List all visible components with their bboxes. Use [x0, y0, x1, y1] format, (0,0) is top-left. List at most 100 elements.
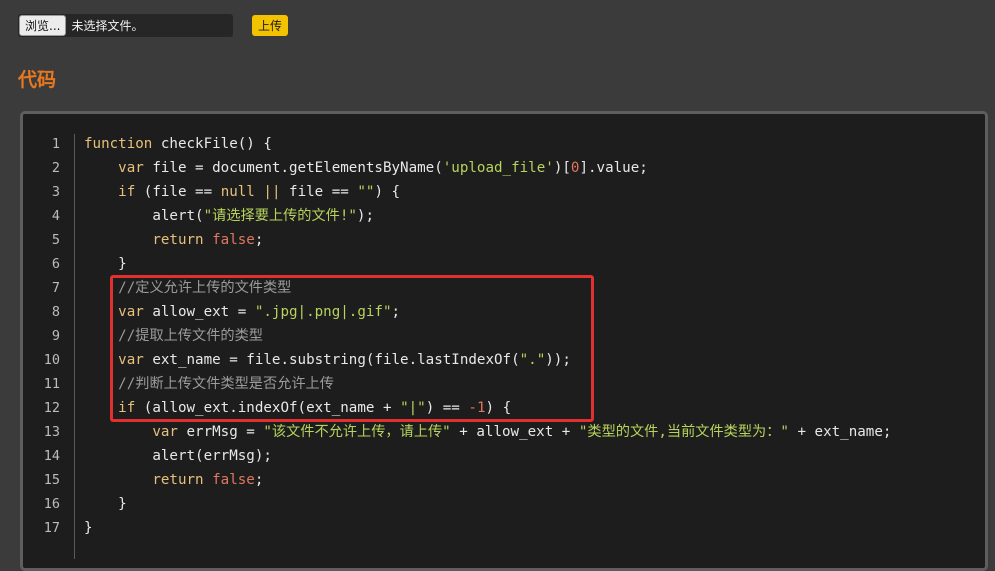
- code-text: function checkFile() {: [84, 132, 272, 156]
- code-token: + ext_name;: [788, 424, 892, 440]
- code-token: ext_name = file.substring(file.lastIndex…: [143, 352, 520, 368]
- code-token: alert(: [84, 208, 204, 224]
- code-text: var allow_ext = ".jpg|.png|.gif";: [84, 300, 400, 324]
- code-token: ].value;: [579, 160, 648, 176]
- code-token: //提取上传文件的类型: [118, 328, 263, 344]
- code-token: ||: [263, 184, 281, 200]
- code-token: + allow_ext +: [450, 424, 579, 440]
- code-token: ;: [391, 304, 401, 320]
- code-token: //判断上传文件类型是否允许上传: [118, 376, 334, 392]
- code-token: "请选择要上传的文件!": [203, 208, 357, 224]
- code-token: (file ==: [135, 184, 221, 200]
- code-text: }: [84, 252, 127, 276]
- code-token: -1: [468, 400, 486, 416]
- code-token: )[: [553, 160, 571, 176]
- code-text: return false;: [84, 468, 263, 492]
- file-input[interactable]: 浏览... 未选择文件。: [18, 13, 233, 37]
- gutter-divider: [74, 134, 75, 559]
- code-text: if (allow_ext.indexOf(ext_name + "|") ==…: [84, 396, 511, 420]
- code-token: var: [152, 424, 178, 440]
- code-block[interactable]: 1 function checkFile() { 2 var file = docu…: [20, 111, 988, 571]
- code-token: (allow_ext.indexOf(ext_name +: [135, 400, 401, 416]
- code-text: return false;: [84, 228, 263, 252]
- code-text: var errMsg = "该文件不允许上传，请上传" + allow_ext …: [84, 420, 891, 444]
- file-status-text: 未选择文件。: [71, 18, 144, 33]
- code-token: return: [152, 232, 204, 248]
- code-text: }: [84, 516, 93, 540]
- code-token: if: [118, 184, 136, 200]
- upload-button[interactable]: 上传: [252, 14, 289, 36]
- upload-form: 浏览... 未选择文件。 上传: [18, 13, 289, 37]
- code-token: var: [118, 304, 144, 320]
- line-number: 17: [43, 520, 60, 536]
- line-number: 2: [51, 160, 60, 176]
- line-number: 1: [51, 136, 60, 152]
- code-token: alert(errMsg);: [84, 448, 272, 464]
- line-number: 10: [43, 352, 60, 368]
- code-token: function: [84, 136, 153, 152]
- line-number: 8: [51, 304, 60, 320]
- code-token: 'upload_file': [442, 160, 554, 176]
- code-token: ".jpg|.png|.gif": [254, 304, 392, 320]
- code-token: "|": [400, 400, 426, 416]
- code-token: );: [356, 208, 375, 224]
- line-number: 16: [43, 496, 60, 512]
- code-token: ));: [545, 352, 571, 368]
- code-token: ;: [254, 232, 264, 248]
- code-text: //提取上传文件的类型: [84, 324, 263, 348]
- code-token: false: [212, 472, 255, 488]
- code-token: file ==: [280, 184, 358, 200]
- code-token: var: [118, 160, 144, 176]
- code-token: }: [84, 256, 127, 272]
- code-token: file = document.getElementsByName(: [143, 160, 443, 176]
- code-token: ) {: [374, 184, 401, 200]
- line-number: 5: [51, 232, 60, 248]
- code-token: ".": [519, 352, 546, 368]
- code-text: alert(errMsg);: [84, 444, 272, 468]
- line-number: 4: [51, 208, 60, 224]
- code-text: if (file == null || file == "") {: [84, 180, 400, 204]
- code-text: //判断上传文件类型是否允许上传: [84, 372, 334, 396]
- code-token: ) ==: [425, 400, 469, 416]
- code-token: false: [212, 232, 255, 248]
- code-text: var file = document.getElementsByName('u…: [84, 156, 648, 180]
- line-number: 7: [51, 280, 60, 296]
- code-token: return: [152, 472, 204, 488]
- code-text: //定义允许上传的文件类型: [84, 276, 291, 300]
- code-token: ;: [254, 472, 264, 488]
- line-number: 9: [51, 328, 60, 344]
- code-token: errMsg =: [177, 424, 264, 440]
- code-token: if: [118, 400, 136, 416]
- line-number: 11: [43, 376, 60, 392]
- line-number: 13: [43, 424, 60, 440]
- section-title: 代码: [18, 69, 57, 91]
- code-token: }: [84, 496, 127, 512]
- code-token: }: [84, 520, 93, 536]
- code-text: }: [84, 492, 127, 516]
- line-number: 3: [51, 184, 60, 200]
- code-token: //定义允许上传的文件类型: [118, 280, 292, 296]
- code-token: var: [118, 352, 144, 368]
- code-token: "类型的文件,当前文件类型为：": [578, 424, 789, 440]
- code-text: alert("请选择要上传的文件!");: [84, 204, 374, 228]
- browse-button[interactable]: 浏览...: [19, 14, 67, 36]
- code-token: null: [220, 184, 255, 200]
- line-number: 6: [51, 256, 60, 272]
- code-token: "": [357, 184, 375, 200]
- code-token: allow_ext =: [143, 304, 255, 320]
- line-number: 15: [43, 472, 60, 488]
- line-number: 14: [43, 448, 60, 464]
- line-number: 12: [43, 400, 60, 416]
- code-token: "该文件不允许上传，请上传": [263, 424, 451, 440]
